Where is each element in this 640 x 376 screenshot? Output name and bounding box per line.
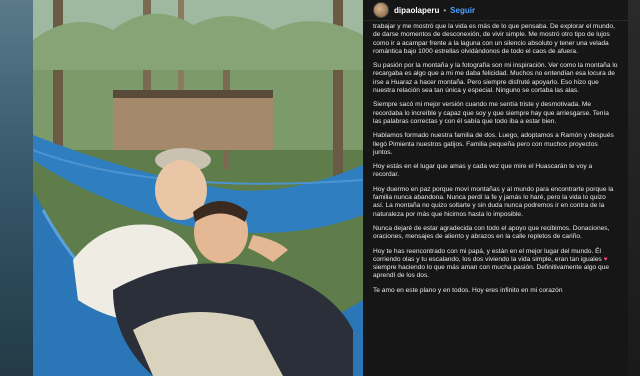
caption-paragraph-5: Hoy duermo en paz porque moví montañas y… xyxy=(373,185,614,218)
caption-text-after-heart: siempre haciendo lo que más aman con muc… xyxy=(373,264,610,280)
separator-dot: • xyxy=(443,5,447,15)
caption-paragraph-6: Nunca dejaré de estar agradecida con tod… xyxy=(373,224,610,241)
follow-button[interactable]: Seguir xyxy=(450,6,475,15)
post-header: dipaolaperu • Seguir xyxy=(363,0,628,21)
caption-text-before-heart: Hoy te has reencontrado con mi papá, y e… xyxy=(373,247,602,263)
heart-icon: ♥ xyxy=(603,255,608,263)
post-caption: trabajar y me mostró que la vida es más … xyxy=(363,21,628,295)
caption-paragraph-3: Hablamos formado nuestra familia de dos.… xyxy=(373,132,614,156)
caption-paragraph-4: Hoy estás en el lugar que amas y cada ve… xyxy=(373,163,593,179)
caption-paragraph-7: Hoy te has reencontrado con mi papá, y e… xyxy=(373,248,618,281)
left-background-blur xyxy=(0,0,33,376)
post-photo: › xyxy=(33,0,363,376)
post-side-panel: dipaolaperu • Seguir trabajar y me mostr… xyxy=(363,0,628,376)
caption-final-line: Te amo en este plano y en todos. Hoy ere… xyxy=(373,286,563,294)
caption-paragraph-2: Siempre sacó mi mejor versión cuando me … xyxy=(373,101,609,125)
right-background-blur xyxy=(628,0,640,376)
username-link[interactable]: dipaolaperu xyxy=(394,6,439,15)
hammock-photo-illustration xyxy=(33,0,363,376)
avatar[interactable] xyxy=(373,2,389,18)
caption-paragraph-0: trabajar y me mostró que la vida es más … xyxy=(373,23,615,55)
caption-paragraph-1: Su pasión por la montaña y la fotografía… xyxy=(373,62,618,95)
